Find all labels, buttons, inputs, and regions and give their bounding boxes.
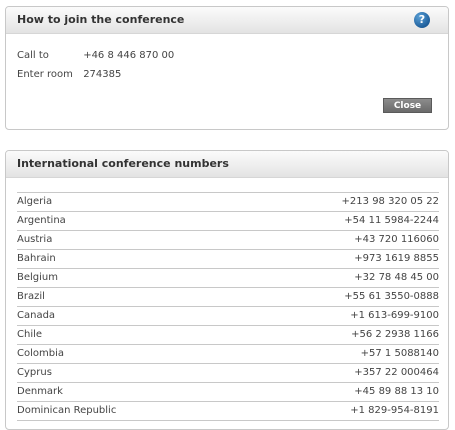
phone-number: +1 829-954-8191 bbox=[350, 405, 439, 416]
international-numbers-title: International conference numbers bbox=[17, 157, 229, 170]
country-name: Canada bbox=[17, 310, 56, 321]
phone-number: +57 1 5088140 bbox=[360, 348, 439, 359]
list-item: Algeria +213 98 320 05 22 bbox=[17, 193, 439, 212]
list-item: Austria +43 720 116060 bbox=[17, 231, 439, 250]
phone-number: +45 89 88 13 10 bbox=[354, 386, 439, 397]
call-to-number: +46 8 446 870 00 bbox=[83, 50, 175, 61]
phone-number: +43 720 116060 bbox=[354, 234, 439, 245]
list-item: Dominican Republic +1 829-954-8191 bbox=[17, 402, 439, 421]
country-name: Colombia bbox=[17, 348, 64, 359]
country-name: Brazil bbox=[17, 291, 45, 302]
help-icon[interactable]: ? bbox=[414, 12, 430, 28]
list-item: Colombia +57 1 5088140 bbox=[17, 345, 439, 364]
international-numbers-panel: International conference numbers Algeria… bbox=[5, 150, 449, 430]
phone-number: +55 61 3550-0888 bbox=[344, 291, 439, 302]
close-button[interactable]: Close bbox=[383, 98, 432, 113]
call-to-row: Call to +46 8 446 870 00 bbox=[17, 50, 174, 61]
country-name: Dominican Republic bbox=[17, 405, 117, 416]
country-name: Bahrain bbox=[17, 253, 56, 264]
phone-number: +1 613-699-9100 bbox=[350, 310, 439, 321]
list-item: Bahrain +973 1619 8855 bbox=[17, 250, 439, 269]
country-name: Chile bbox=[17, 329, 43, 340]
join-panel-header: How to join the conference ? bbox=[6, 7, 448, 34]
call-to-label: Call to bbox=[17, 50, 49, 61]
list-item: Cyprus +357 22 000464 bbox=[17, 364, 439, 383]
room-number: 274385 bbox=[83, 69, 122, 80]
country-name: Belgium bbox=[17, 272, 58, 283]
phone-number: +32 78 48 45 00 bbox=[354, 272, 439, 283]
phone-number: +56 2 2938 1166 bbox=[351, 329, 439, 340]
phone-number: +973 1619 8855 bbox=[354, 253, 439, 264]
join-panel: How to join the conference ? Call to +46… bbox=[5, 6, 449, 130]
country-name: Argentina bbox=[17, 215, 66, 226]
phone-number: +357 22 000464 bbox=[354, 367, 439, 378]
list-item: Brazil +55 61 3550-0888 bbox=[17, 288, 439, 307]
country-name: Algeria bbox=[17, 196, 53, 207]
enter-room-label: Enter room bbox=[17, 69, 73, 80]
numbers-list: Algeria +213 98 320 05 22 Argentina +54 … bbox=[17, 192, 439, 421]
phone-number: +213 98 320 05 22 bbox=[341, 196, 439, 207]
list-item: Argentina +54 11 5984-2244 bbox=[17, 212, 439, 231]
list-item: Canada +1 613-699-9100 bbox=[17, 307, 439, 326]
list-item: Denmark +45 89 88 13 10 bbox=[17, 383, 439, 402]
list-item: Belgium +32 78 48 45 00 bbox=[17, 269, 439, 288]
phone-number: +54 11 5984-2244 bbox=[344, 215, 439, 226]
country-name: Cyprus bbox=[17, 367, 52, 378]
list-item: Chile +56 2 2938 1166 bbox=[17, 326, 439, 345]
country-name: Denmark bbox=[17, 386, 63, 397]
enter-room-row: Enter room 274385 bbox=[17, 69, 121, 80]
join-panel-title: How to join the conference bbox=[17, 13, 185, 26]
international-numbers-header: International conference numbers bbox=[6, 151, 448, 178]
country-name: Austria bbox=[17, 234, 53, 245]
